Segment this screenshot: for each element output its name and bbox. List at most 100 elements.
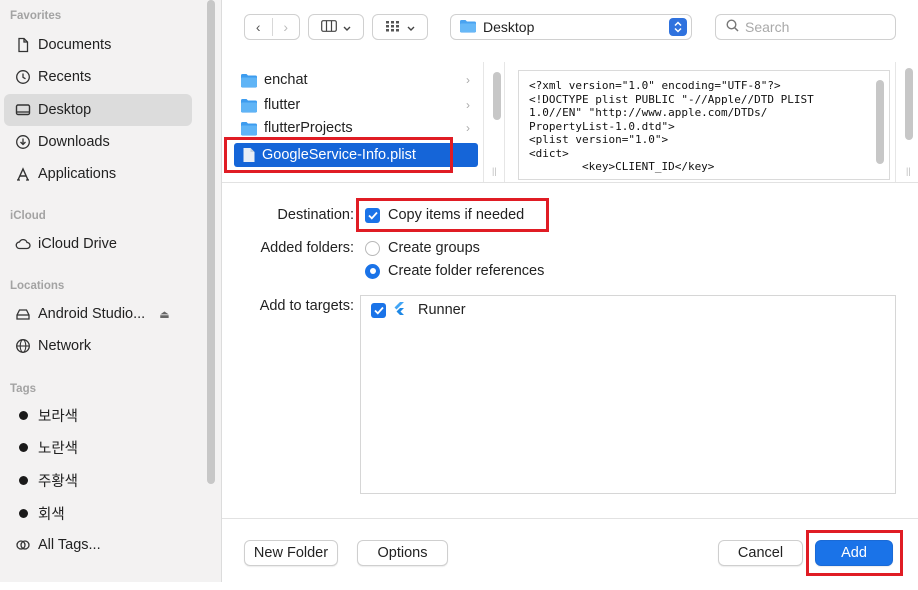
sidebar-item-android-studio[interactable]: Android Studio... ⏏ bbox=[4, 298, 192, 330]
sidebar-item-icloud-drive[interactable]: iCloud Drive bbox=[4, 228, 192, 260]
group-by-button[interactable] bbox=[372, 14, 428, 40]
desktop-icon bbox=[14, 101, 32, 119]
divider bbox=[222, 518, 918, 519]
copy-items-checkbox[interactable]: Copy items if needed bbox=[365, 207, 524, 223]
add-to-targets-label: Add to targets: bbox=[259, 298, 354, 314]
target-name: Runner bbox=[418, 302, 466, 318]
folder-icon bbox=[240, 73, 258, 88]
chevron-right-icon: › bbox=[466, 98, 470, 112]
sidebar-item-label: Recents bbox=[38, 69, 92, 85]
globe-icon bbox=[14, 337, 32, 355]
list-item-googleservice-plist[interactable]: GoogleService-Info.plist bbox=[234, 143, 478, 167]
tags-header: Tags bbox=[10, 383, 36, 395]
search-icon bbox=[726, 19, 739, 35]
column-view-icon bbox=[321, 19, 337, 35]
forward-button[interactable]: › bbox=[273, 19, 300, 35]
location-popup[interactable]: Desktop bbox=[450, 14, 692, 40]
download-icon bbox=[14, 133, 32, 151]
create-groups-label: Create groups bbox=[388, 240, 480, 256]
radio-on-icon bbox=[365, 263, 380, 279]
file-name: flutterProjects bbox=[264, 120, 353, 136]
folder-icon bbox=[240, 98, 258, 113]
view-mode-button[interactable] bbox=[308, 14, 364, 40]
back-button[interactable]: ‹ bbox=[245, 19, 272, 35]
sidebar: Favorites Documents Recents Desktop Down… bbox=[0, 0, 222, 582]
sidebar-item-label: Documents bbox=[38, 37, 112, 53]
locations-header: Locations bbox=[10, 280, 65, 292]
folder-icon bbox=[240, 121, 258, 136]
radio-off-icon bbox=[365, 240, 380, 256]
file-name: GoogleService-Info.plist bbox=[262, 147, 416, 163]
sidebar-item-label: 보라색 bbox=[38, 408, 79, 425]
create-folder-references-label: Create folder references bbox=[388, 263, 545, 279]
grid-icon bbox=[385, 19, 401, 35]
sidebar-item-tag[interactable]: 주황색 bbox=[4, 464, 192, 496]
sidebar-item-label: 회색 bbox=[38, 506, 65, 523]
sidebar-item-tag[interactable]: 회색 bbox=[4, 497, 192, 529]
folder-icon bbox=[459, 19, 477, 36]
list-item-flutterprojects[interactable]: flutterProjects › bbox=[240, 118, 478, 138]
sidebar-item-all-tags[interactable]: All Tags... bbox=[4, 529, 192, 561]
column-resize-grip[interactable]: || bbox=[492, 166, 497, 176]
add-button[interactable]: Add bbox=[815, 540, 893, 566]
chevron-right-icon: › bbox=[466, 73, 470, 87]
cancel-button[interactable]: Cancel bbox=[718, 540, 803, 566]
sidebar-item-applications[interactable]: Applications bbox=[4, 158, 192, 190]
icloud-header: iCloud bbox=[10, 210, 46, 222]
options-button[interactable]: Options bbox=[357, 540, 448, 566]
chevron-down-icon bbox=[343, 19, 351, 35]
document-icon bbox=[14, 36, 32, 54]
favorites-header: Favorites bbox=[10, 10, 62, 22]
new-folder-button[interactable]: New Folder bbox=[244, 540, 338, 566]
applications-icon bbox=[14, 165, 32, 183]
drive-icon bbox=[14, 305, 32, 323]
destination-label: Destination: bbox=[277, 207, 354, 223]
stepper-icon bbox=[669, 18, 687, 36]
sidebar-item-label: iCloud Drive bbox=[38, 236, 117, 252]
column-resize-grip[interactable]: || bbox=[906, 166, 911, 176]
sidebar-scrollbar[interactable] bbox=[207, 0, 215, 484]
all-tags-icon bbox=[14, 536, 32, 554]
checkbox-checked-icon bbox=[365, 207, 380, 223]
clock-icon bbox=[14, 68, 32, 86]
sidebar-item-label: Desktop bbox=[38, 102, 92, 118]
sidebar-item-label: Applications bbox=[38, 166, 117, 182]
tag-dot-icon bbox=[19, 442, 28, 452]
copy-items-label: Copy items if needed bbox=[388, 207, 525, 223]
sidebar-item-documents[interactable]: Documents bbox=[4, 29, 192, 61]
sidebar-item-network[interactable]: Network bbox=[4, 330, 192, 362]
target-runner[interactable]: Runner bbox=[371, 301, 466, 319]
column-scrollbar[interactable] bbox=[493, 72, 501, 120]
added-folders-label: Added folders: bbox=[260, 240, 354, 256]
sidebar-item-label: All Tags... bbox=[38, 537, 101, 553]
flutter-icon bbox=[392, 301, 406, 319]
targets-list: Runner bbox=[360, 295, 896, 494]
sidebar-item-tag[interactable]: 보라색 bbox=[4, 399, 192, 431]
cloud-icon bbox=[14, 235, 32, 253]
sidebar-item-label: Network bbox=[38, 338, 92, 354]
eject-icon[interactable]: ⏏ bbox=[159, 308, 169, 321]
back-forward-control: ‹ › bbox=[244, 14, 300, 40]
list-item-enchat[interactable]: enchat › bbox=[240, 68, 478, 92]
chevron-right-icon: › bbox=[466, 121, 470, 135]
create-folder-references-radio[interactable]: Create folder references bbox=[365, 263, 544, 279]
preview-scrollbar[interactable] bbox=[876, 80, 884, 164]
chevron-down-icon bbox=[407, 19, 415, 35]
file-name: enchat bbox=[264, 72, 308, 88]
right-scrollbar[interactable] bbox=[905, 68, 913, 140]
tag-dot-icon bbox=[19, 475, 28, 485]
create-groups-radio[interactable]: Create groups bbox=[365, 240, 480, 256]
file-name: flutter bbox=[264, 97, 301, 113]
search-field[interactable]: Search bbox=[715, 14, 896, 40]
file-icon bbox=[242, 147, 256, 163]
location-label: Desktop bbox=[483, 19, 535, 35]
sidebar-item-downloads[interactable]: Downloads bbox=[4, 126, 192, 158]
search-placeholder: Search bbox=[745, 19, 790, 35]
sidebar-item-label: Downloads bbox=[38, 134, 110, 150]
sidebar-item-recents[interactable]: Recents bbox=[4, 61, 192, 93]
sidebar-item-desktop[interactable]: Desktop bbox=[4, 94, 192, 126]
sidebar-item-tag[interactable]: 노란색 bbox=[4, 431, 192, 463]
sidebar-item-label: 노란색 bbox=[38, 440, 79, 457]
list-item-flutter[interactable]: flutter › bbox=[240, 93, 478, 117]
file-preview: <?xml version="1.0" encoding="UTF-8"?> <… bbox=[518, 70, 890, 180]
